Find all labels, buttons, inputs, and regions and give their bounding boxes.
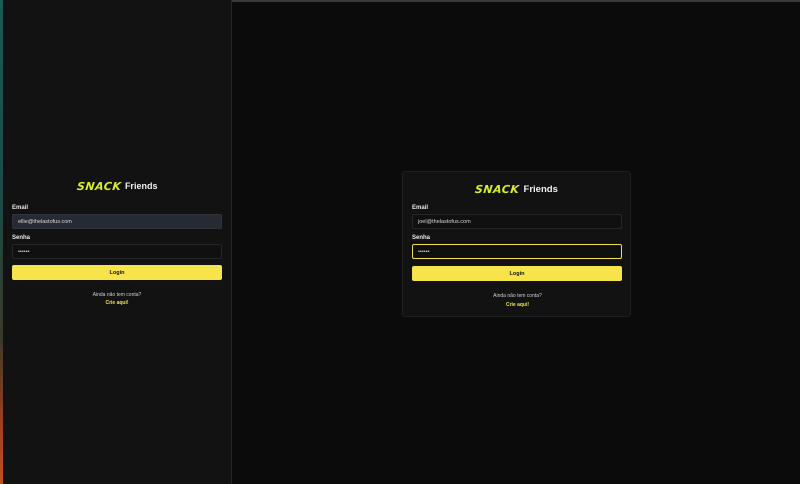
brand-word: Friends — [124, 181, 158, 191]
brand-word: Friends — [523, 183, 558, 195]
left-login-form: SNACK Friends Email ellie@thelastofus.co… — [12, 178, 222, 306]
email-input[interactable]: ellie@thelastofus.com — [12, 214, 222, 229]
email-input[interactable]: joel@thelastofus.com — [412, 214, 622, 229]
email-input-value: joel@thelastofus.com — [418, 218, 471, 225]
signup-prompt: Ainda não tem conta? — [92, 292, 142, 298]
snack-logo-mark: SNACK — [75, 179, 122, 193]
right-login-card: SNACK Friends Email joel@thelastofus.com… — [402, 171, 631, 317]
brand-logo: SNACK Friends — [12, 178, 222, 194]
password-input-value: •••••• — [418, 248, 430, 255]
left-login-pane: SNACK Friends Email ellie@thelastofus.co… — [3, 0, 232, 484]
password-input[interactable]: •••••• — [412, 244, 622, 259]
email-label: Email — [412, 205, 429, 211]
password-input-value: •••••• — [18, 248, 30, 255]
brand-logo: SNACK Friends — [412, 181, 621, 197]
signup-prompt: Ainda não tem conta? — [493, 293, 542, 299]
right-login-pane: SNACK Friends Email joel@thelastofus.com… — [232, 2, 800, 484]
email-label: Email — [12, 205, 29, 211]
login-button[interactable]: Login — [12, 265, 222, 280]
email-input-value: ellie@thelastofus.com — [18, 218, 72, 225]
snack-logo-mark: SNACK — [474, 182, 521, 196]
signup-link[interactable]: Crie aqui! — [403, 302, 632, 308]
login-button[interactable]: Login — [412, 266, 622, 281]
password-label: Senha — [412, 235, 431, 241]
signup-link[interactable]: Crie aqui! — [12, 300, 222, 306]
password-label: Senha — [12, 235, 31, 241]
password-input[interactable]: •••••• — [12, 244, 222, 259]
